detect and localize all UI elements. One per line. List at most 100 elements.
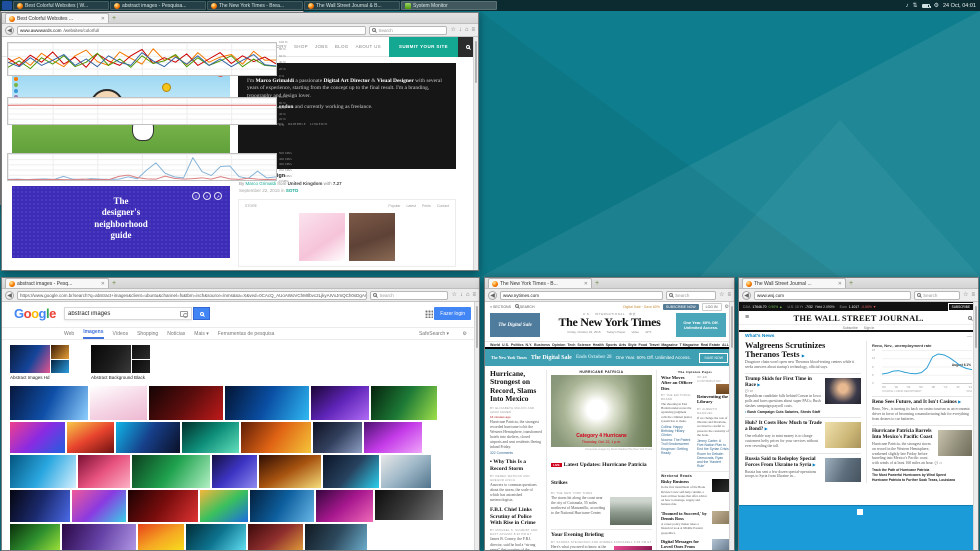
image-tile[interactable] — [316, 490, 373, 522]
menu-icon[interactable]: ≡ — [472, 292, 476, 298]
section-nav-item[interactable]: Magazine — [661, 343, 677, 347]
headline-link[interactable]: ▪ Why This Is a Record Storm — [490, 459, 542, 472]
image-group[interactable]: Abstract Images Hd — [10, 345, 69, 380]
section-nav-item[interactable]: Science — [577, 343, 591, 347]
headline-link[interactable]: F.B.I. Chief Links Scrutiny of Police Wi… — [490, 507, 542, 526]
browser-search-input[interactable]: Search — [369, 26, 447, 35]
image-tile[interactable] — [311, 386, 369, 420]
shop-nav-item[interactable]: Popular — [388, 204, 400, 208]
nav-item[interactable]: ABOUT US — [356, 44, 381, 49]
image-tile[interactable] — [381, 455, 431, 488]
taskbar-window-awwwards[interactable]: Best Colorful Websites | W... — [13, 1, 109, 10]
tab-shopping[interactable]: Shopping — [137, 331, 158, 337]
article-thumbnail[interactable] — [712, 511, 729, 524]
storm-street-photo[interactable] — [610, 497, 652, 525]
shop-card[interactable]: STORE PopularLatestPrintsContact — [238, 199, 456, 267]
new-tab-button[interactable]: + — [846, 279, 856, 288]
section-nav-item[interactable]: Health — [593, 343, 604, 347]
opinion-link[interactable]: Nocera: The Patent Troll Smokescreen — [661, 438, 693, 446]
tab-ferramentas[interactable]: Ferramentas de pesquisa — [218, 331, 275, 337]
menu-icon[interactable]: ≡ — [727, 292, 731, 298]
signin-link[interactable]: Sign In — [864, 326, 875, 330]
taskbar-window-nyt[interactable]: The New York Times - Brea... — [207, 1, 303, 10]
advertisement-banner[interactable] — [739, 505, 978, 550]
section-nav-item[interactable]: Tech — [567, 343, 575, 347]
section-nav-item[interactable]: Sports — [606, 343, 617, 347]
url-bar[interactable]: https://www.google.com.br/search?q=abstr… — [17, 291, 367, 300]
submit-your-site-button[interactable]: SUBMIT YOUR SITE — [389, 37, 458, 57]
social-link[interactable]: DRIBBBLE — [288, 122, 306, 126]
image-group-label[interactable]: Abstract Background Black — [91, 375, 150, 380]
subscribe-button[interactable]: SUBSCRIBE — [948, 303, 974, 311]
section-nav-item[interactable]: N.Y. — [526, 343, 533, 347]
home-icon[interactable]: ⌂ — [465, 27, 469, 33]
google-search-box[interactable] — [64, 307, 192, 320]
image-tile[interactable] — [67, 422, 114, 453]
section-nav-item[interactable]: Politics — [511, 343, 524, 347]
image-tile[interactable] — [78, 455, 130, 488]
headline-link[interactable]: 'Doomed to Succeed,' by Dennis Ross — [661, 511, 709, 521]
browser-tab[interactable]: abstract images - Pesq... ✕ — [5, 278, 109, 288]
section-nav-item[interactable]: Opinion — [552, 343, 566, 347]
image-group[interactable]: Abstract Background Black — [91, 345, 150, 380]
back-button[interactable]: ◀ — [5, 26, 14, 35]
new-tab-button[interactable]: + — [109, 279, 119, 288]
gear-icon[interactable]: ⚙ — [463, 331, 467, 337]
url-bar[interactable]: www.nytimes.com — [500, 291, 663, 300]
image-tile[interactable] — [62, 524, 136, 550]
image-tile[interactable] — [259, 455, 321, 488]
image-tile[interactable] — [182, 422, 239, 453]
weekend-reads-header[interactable]: Weekend Reads — [661, 474, 729, 478]
save-now-button[interactable]: SAVE NOW — [699, 353, 728, 363]
bookmark-star-icon[interactable]: ☆ — [963, 292, 968, 298]
library-thumbnail[interactable] — [716, 384, 729, 394]
shop-nav-item[interactable]: Prints — [422, 204, 431, 208]
section-nav-item[interactable]: Arts — [619, 343, 626, 347]
collapse-icon[interactable]: — — [967, 334, 972, 340]
section-nav-item[interactable]: T Magazine — [679, 343, 698, 347]
search-icon[interactable] — [968, 316, 972, 320]
shop-nav-item[interactable]: Latest — [406, 204, 416, 208]
home-icon[interactable]: ⌂ — [466, 292, 470, 298]
image-thumbnail[interactable] — [10, 345, 50, 373]
image-tile[interactable] — [10, 490, 70, 522]
taskbar-window-sysmon[interactable]: System Monitor — [401, 1, 497, 10]
browser-tab[interactable]: The Wall Street Journal ... ✕ — [742, 278, 846, 288]
tab-close-icon[interactable]: ✕ — [584, 281, 588, 287]
image-tile[interactable] — [323, 455, 379, 488]
image-tile[interactable] — [10, 422, 65, 453]
image-tile[interactable] — [248, 524, 303, 550]
url-bar[interactable]: www.wsj.com — [754, 291, 911, 300]
image-tile[interactable] — [128, 490, 198, 522]
login-button[interactable]: LOG IN — [702, 303, 722, 311]
nav-item[interactable]: BLOG — [335, 44, 349, 49]
date-row-item[interactable]: Today's Paper — [607, 330, 626, 334]
image-tile[interactable] — [371, 386, 437, 420]
browser-search-input[interactable]: Search — [370, 291, 448, 300]
section-nav-item[interactable]: Travel — [649, 343, 659, 347]
download-icon[interactable]: ↓ — [460, 292, 463, 298]
ticker-item[interactable]: U.S. 10 Yr-7/32Yield 2.090% — [787, 305, 834, 309]
section-nav-item[interactable]: Style — [628, 343, 637, 347]
clock[interactable]: 24 Oct, 04:01 — [943, 3, 976, 9]
digital-sale-promo[interactable]: The Digital Sale — [490, 313, 540, 337]
download-icon[interactable]: ↓ — [459, 27, 462, 33]
image-tile[interactable] — [90, 386, 147, 420]
section-nav-item[interactable]: U.S. — [502, 343, 509, 347]
opinion-header[interactable]: The Opinion Pages — [661, 370, 729, 374]
image-tile[interactable] — [241, 422, 311, 453]
image-tile[interactable] — [305, 524, 367, 550]
image-group-label[interactable]: Abstract Images Hd — [10, 375, 69, 380]
image-tile[interactable] — [364, 422, 422, 453]
nav-item[interactable]: SHOP — [294, 44, 308, 49]
image-tile[interactable] — [10, 386, 88, 420]
sections-menu[interactable]: ≡ SECTIONS — [490, 305, 511, 309]
section-nav-item[interactable]: ALL — [722, 343, 729, 347]
image-tile[interactable] — [10, 524, 60, 550]
article-thumbnail[interactable] — [712, 539, 729, 550]
headline-link[interactable]: Latest Updates: Hurricane Patricia Strik… — [551, 462, 647, 486]
trump-photo[interactable] — [825, 378, 861, 404]
bond-certificates-photo[interactable] — [825, 422, 861, 448]
bookmark-star-icon[interactable]: ☆ — [451, 292, 456, 298]
scrollbar[interactable] — [729, 302, 734, 550]
